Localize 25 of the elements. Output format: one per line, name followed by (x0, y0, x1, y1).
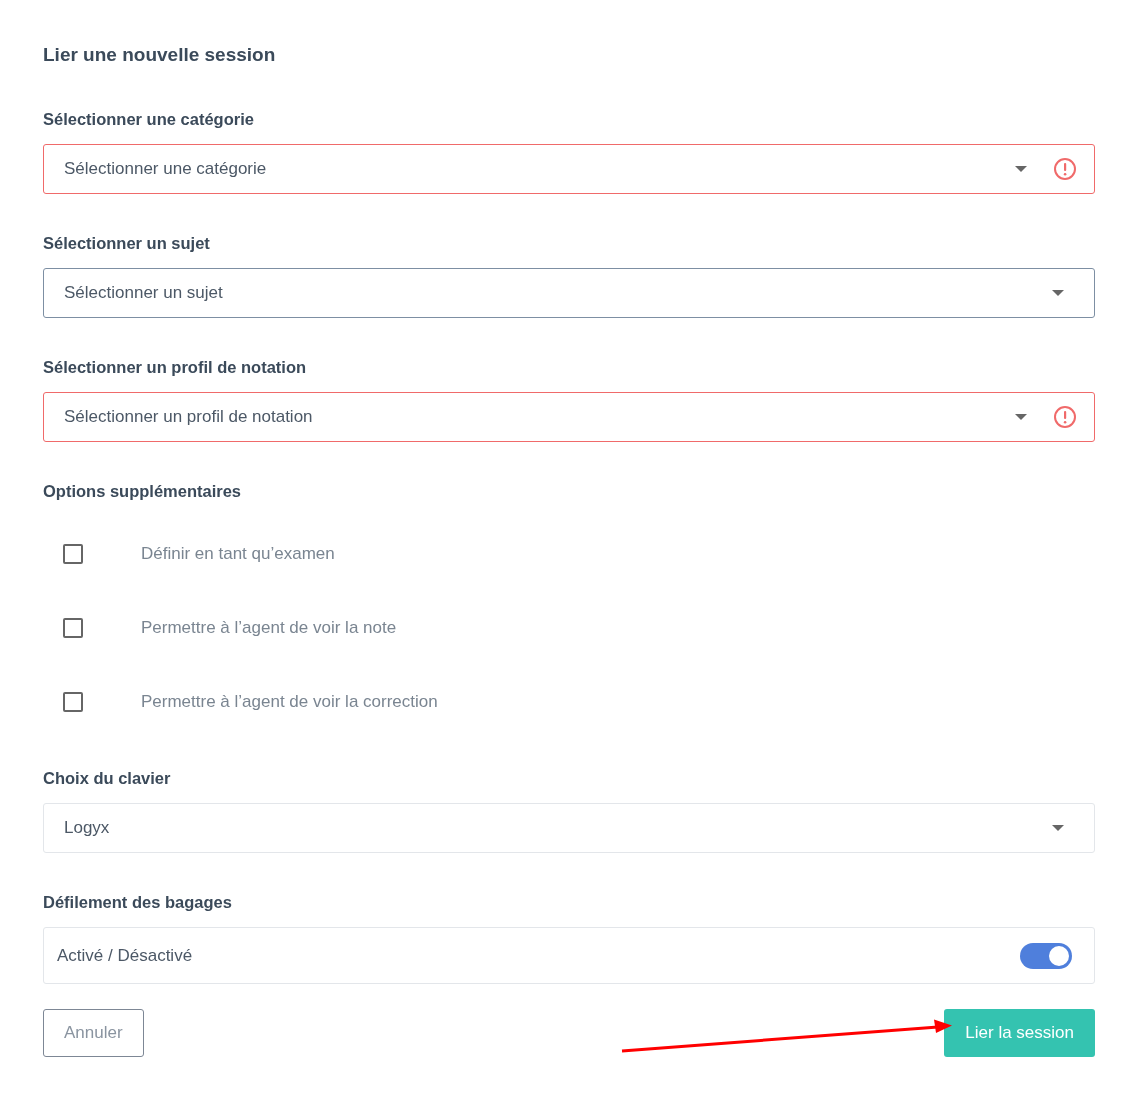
dropdown-field[interactable]: Sélectionner un sujet (43, 268, 1095, 318)
checkbox[interactable] (63, 544, 83, 564)
toggle-switch[interactable] (1020, 942, 1072, 969)
dropdown-field[interactable]: Sélectionner une catégorie (43, 144, 1095, 194)
checkbox-label: Permettre à l’agent de voir la note (141, 618, 397, 638)
checkbox-label: Permettre à l’agent de voir la correction (141, 692, 438, 712)
field-label: Défilement des bagages (43, 893, 233, 912)
section-label: Options supplémentaires (43, 482, 243, 501)
error-icon (1053, 157, 1077, 181)
field-label: Sélectionner un profil de notation (43, 358, 308, 377)
toggle-label: Activé / Désactivé (57, 945, 194, 966)
error-icon (1053, 405, 1077, 429)
field-label: Sélectionner un sujet (43, 234, 211, 253)
checkbox-label: Définir en tant qu’examen (141, 544, 335, 564)
field-label: Choix du clavier (43, 769, 172, 788)
caret-icon (1052, 290, 1064, 296)
dropdown-field[interactable]: Sélectionner un profil de notation (43, 392, 1095, 442)
dropdown-field[interactable]: Logyx (43, 803, 1095, 853)
caret-icon (1015, 414, 1027, 420)
form-title: Lier une nouvelle session (43, 44, 277, 66)
checkbox[interactable] (63, 618, 83, 638)
caret-icon (1052, 825, 1064, 831)
field-label: Sélectionner une catégorie (43, 110, 255, 129)
checkbox[interactable] (63, 692, 83, 712)
caret-icon (1015, 166, 1027, 172)
